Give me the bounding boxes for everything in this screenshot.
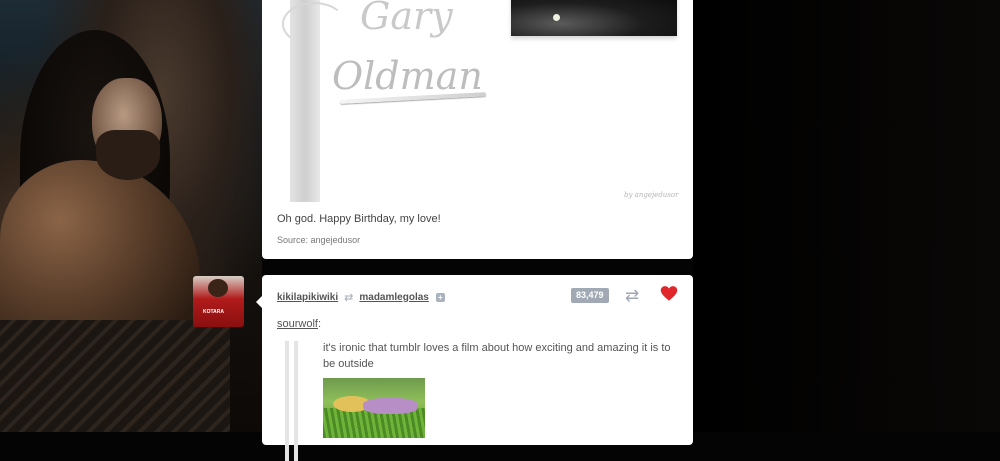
post-source: Source: angejedusor [277, 235, 360, 245]
post-image-thumbnail[interactable] [323, 378, 425, 438]
via-line: sourwolf: [277, 318, 321, 330]
plus-icon[interactable]: + [435, 292, 445, 302]
quoted-text: it's ironic that tumblr loves a film abo… [323, 342, 671, 370]
photo-watermark: by angejedusor [624, 191, 679, 199]
avatar-shirt-text: KOTARA [203, 309, 225, 315]
post-photo[interactable]: Gary Oldman by angejedusor [262, 0, 693, 204]
reblog-icon[interactable]: ⇄ [625, 286, 639, 306]
source-link[interactable]: angejedusor [311, 235, 361, 245]
thumb-figure [363, 398, 418, 414]
quote-bar-outer [285, 341, 289, 461]
reblogged-from-link[interactable]: madamlegolas [359, 292, 428, 303]
via-colon: : [317, 318, 322, 330]
ribbon-curl-graphic [282, 2, 346, 46]
post-card: kikilapikiwiki ⇄ madamlegolas + 83,479 ⇄… [262, 275, 693, 461]
post-caption: Oh god. Happy Birthday, my love! [277, 213, 441, 225]
inset-highlight [553, 14, 560, 21]
bg-beard [96, 130, 160, 180]
quote-bar-inner [294, 341, 298, 461]
avatar-head [208, 279, 228, 297]
source-label: Source: [277, 235, 309, 245]
note-count-badge[interactable]: 83,479 [571, 288, 609, 303]
post-card: Gary Oldman by angejedusor Oh god. Happy… [262, 0, 693, 259]
post-header: kikilapikiwiki ⇄ madamlegolas + [277, 289, 445, 305]
via-user-link[interactable]: sourwolf [277, 318, 318, 330]
author-link[interactable]: kikilapikiwiki [277, 292, 338, 303]
avatar[interactable]: KOTARA [193, 276, 244, 327]
background-right [693, 0, 1000, 432]
bg-armor [0, 320, 230, 432]
photo-text-first-name: Gary [360, 0, 453, 38]
heart-icon[interactable] [660, 285, 678, 303]
reblog-small-icon: ⇄ [344, 291, 354, 304]
background-art [0, 0, 262, 432]
photo-inset [511, 0, 677, 36]
